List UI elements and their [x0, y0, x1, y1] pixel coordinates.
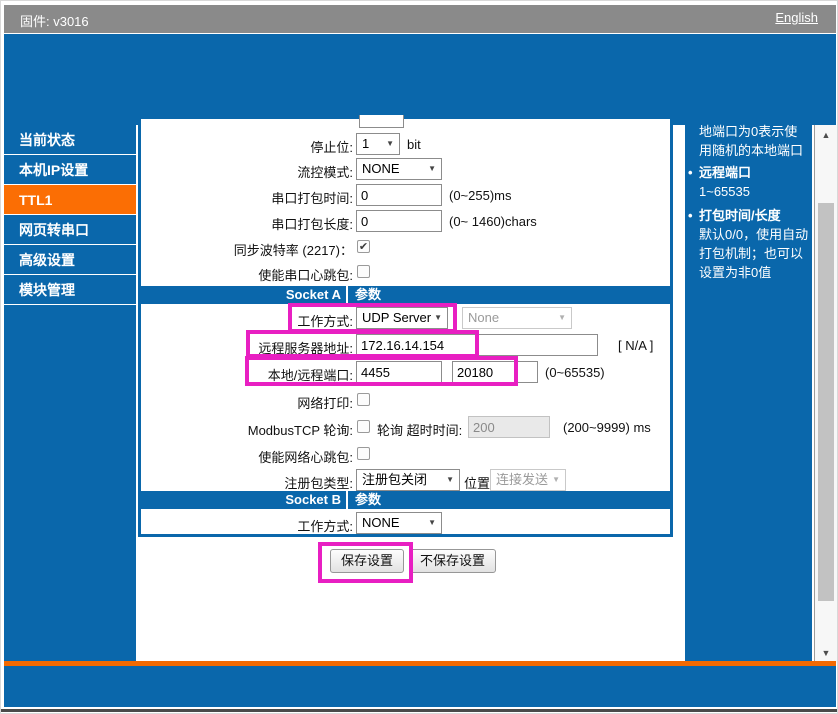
- socket-a-title: Socket A: [141, 286, 348, 304]
- socket-a-subtitle: 参数: [355, 287, 382, 302]
- work-mode-a-sub-select: None ▼: [462, 307, 572, 329]
- sidebar-nav: 当前状态 本机IP设置 TTL1 网页转串口 高级设置 模块管理: [4, 125, 136, 662]
- net-heartbeat-checkbox[interactable]: [357, 447, 370, 460]
- work-mode-b-select[interactable]: NONE ▼: [356, 512, 442, 534]
- work-mode-a-select[interactable]: UDP Server ▼: [356, 307, 448, 329]
- stop-bits-unit: bit: [407, 137, 421, 152]
- sidebar-item-web-to-serial[interactable]: 网页转串口: [4, 215, 136, 245]
- chevron-down-icon: ▼: [386, 139, 394, 148]
- discard-settings-button[interactable]: 不保存设置: [409, 549, 497, 573]
- sync-baud-checkbox[interactable]: ✔: [357, 240, 370, 253]
- sidebar-item-local-ip[interactable]: 本机IP设置: [4, 155, 136, 185]
- reg-pkt-label: 注册包类型:: [284, 476, 353, 491]
- help-item-body: 默认0/0，使用自动打包机制；也可以设置为非0值: [699, 227, 809, 280]
- window-bottom-edge: [1, 709, 837, 712]
- sidebar-item-ttl1[interactable]: TTL1: [4, 185, 136, 215]
- remote-addr-label: 远程服务器地址:: [258, 341, 353, 356]
- ports-label: 本地/远程端口:: [267, 368, 353, 383]
- bullet-icon: •: [688, 165, 693, 180]
- scrollbar-thumb[interactable]: [818, 203, 834, 601]
- remote-port-input[interactable]: [452, 361, 538, 383]
- flow-ctrl-value: NONE: [362, 161, 400, 176]
- chevron-down-icon: ▼: [428, 518, 436, 527]
- english-language-link[interactable]: English: [775, 10, 818, 25]
- pack-time-label: 串口打包时间:: [271, 191, 353, 206]
- remote-addr-input[interactable]: [356, 334, 598, 356]
- chevron-down-icon: ▼: [428, 164, 436, 173]
- help-item-title: 远程端口: [699, 165, 752, 180]
- firmware-version-label: 固件: v3016: [20, 14, 89, 29]
- save-settings-button[interactable]: 保存设置: [330, 549, 405, 573]
- modbus-timeout-input: [468, 416, 550, 438]
- chevron-down-icon: ▼: [558, 313, 566, 322]
- chevron-down-icon: ▼: [552, 475, 560, 484]
- pack-len-input[interactable]: [356, 210, 442, 232]
- net-heartbeat-label: 使能网络心跳包:: [258, 450, 353, 465]
- help-intro-text: 地端口为0表示使用随机的本地端口: [699, 124, 804, 158]
- title-bar: 固件: v3016 English: [4, 5, 836, 33]
- reg-pkt-position-label: 位置: [464, 476, 491, 491]
- modbus-hint: (200~9999) ms: [563, 420, 651, 435]
- page-header-band: [4, 34, 836, 125]
- sidebar-item-module-mgmt[interactable]: 模块管理: [4, 275, 136, 305]
- work-mode-b-value: NONE: [362, 515, 400, 530]
- net-print-checkbox[interactable]: [357, 393, 370, 406]
- help-item-title: 打包时间/长度: [699, 208, 781, 223]
- chevron-down-icon: ▼: [446, 475, 454, 484]
- work-mode-a-sub-value: None: [468, 310, 500, 325]
- scroll-down-arrow-icon[interactable]: ▼: [818, 645, 834, 661]
- ports-hint: (0~65535): [545, 365, 605, 380]
- uart-heartbeat-label: 使能串口心跳包:: [258, 268, 353, 283]
- footer-band: [4, 666, 836, 707]
- work-mode-a-value: UDP Server: [362, 310, 432, 325]
- local-port-input[interactable]: [356, 361, 442, 383]
- sidebar-item-current-status[interactable]: 当前状态: [4, 125, 136, 155]
- sync-baud-label: 同步波特率 (2217)：: [233, 243, 353, 258]
- reg-pkt-position-value: 连接发送: [496, 472, 549, 487]
- work-mode-b-label: 工作方式:: [297, 519, 353, 534]
- pack-time-input[interactable]: [356, 184, 442, 206]
- socket-a-section-bar: Socket A 参数: [141, 286, 670, 304]
- flow-ctrl-select[interactable]: NONE ▼: [356, 158, 442, 180]
- stop-bits-select[interactable]: 1 ▼: [356, 133, 400, 155]
- bullet-icon: •: [688, 208, 693, 223]
- chevron-down-icon: ▼: [434, 313, 442, 322]
- help-panel: 地端口为0表示使用随机的本地端口 • 远程端口 1~65535 • 打包时间/长…: [685, 124, 812, 661]
- stop-bits-value: 1: [362, 136, 370, 151]
- page-scrollbar[interactable]: ▲ ▼: [814, 125, 837, 663]
- modbus-label: ModbusTCP 轮询:: [247, 423, 353, 438]
- socket-b-section-bar: Socket B 参数: [141, 491, 670, 509]
- reg-pkt-select[interactable]: 注册包关闭 ▼: [356, 469, 460, 491]
- reg-pkt-value: 注册包关闭: [362, 472, 428, 487]
- scroll-up-arrow-icon[interactable]: ▲: [818, 127, 834, 143]
- work-mode-a-label: 工作方式:: [297, 314, 353, 329]
- help-item-body: 1~65535: [699, 184, 750, 199]
- modbus-timeout-label: 轮询 超时时间:: [377, 423, 463, 438]
- pack-len-hint: (0~ 1460)chars: [449, 214, 537, 229]
- pack-time-hint: (0~255)ms: [449, 188, 512, 203]
- browser-viewport: 固件: v3016 English 当前状态 本机IP设置 TTL1 网页转串口…: [0, 0, 838, 714]
- settings-form-panel: 停止位: 1 ▼ bit 流控模式: NONE ▼ 串口打包时间: (0~255…: [138, 115, 673, 537]
- flow-ctrl-label: 流控模式:: [297, 165, 353, 180]
- sidebar-item-advanced[interactable]: 高级设置: [4, 245, 136, 275]
- clipped-select[interactable]: [359, 115, 404, 128]
- reg-pkt-position-select: 连接发送 ▼: [490, 469, 566, 491]
- uart-heartbeat-checkbox[interactable]: [357, 265, 370, 278]
- remote-addr-hint: [ N/A ]: [618, 338, 654, 353]
- modbus-checkbox[interactable]: [357, 420, 370, 433]
- socket-b-subtitle: 参数: [355, 492, 382, 507]
- socket-b-title: Socket B: [141, 491, 348, 509]
- net-print-label: 网络打印:: [297, 396, 353, 411]
- pack-len-label: 串口打包长度:: [271, 217, 353, 232]
- stop-bits-label: 停止位:: [310, 140, 353, 155]
